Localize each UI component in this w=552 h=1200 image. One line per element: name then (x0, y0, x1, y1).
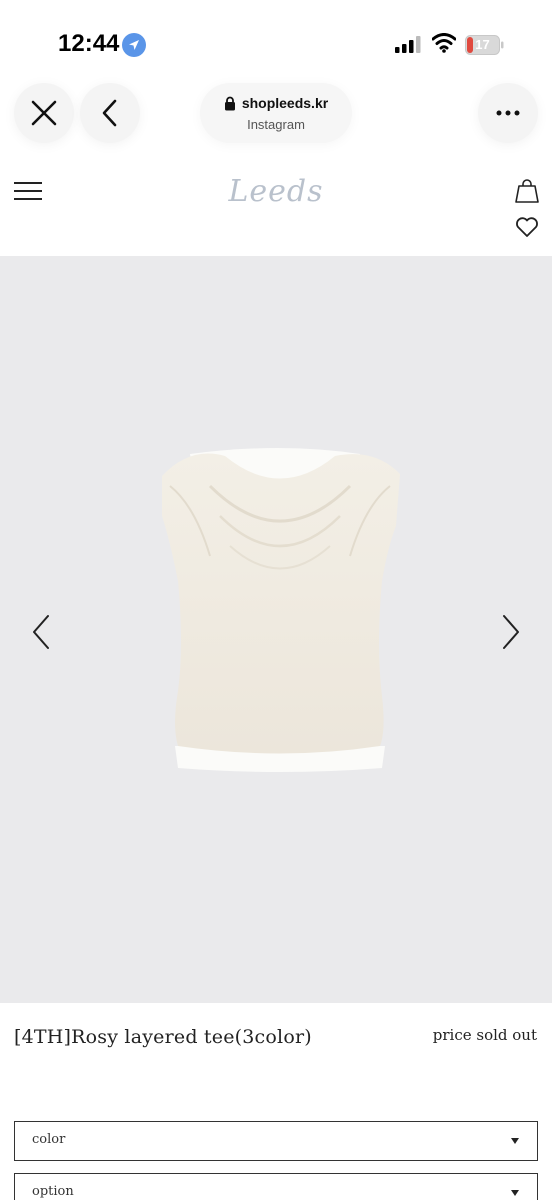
cellular-signal-icon (395, 36, 421, 53)
chevron-left-icon (102, 99, 117, 127)
caret-down-icon (511, 1190, 519, 1196)
hamburger-icon[interactable] (14, 182, 42, 202)
back-button[interactable] (80, 83, 140, 143)
product-photo (162, 448, 400, 772)
product-image-carousel[interactable] (0, 256, 552, 1003)
status-time: 12:44 (58, 30, 120, 57)
in-app-browser-bar: shopleeds.kr Instagram (0, 80, 552, 160)
option-select[interactable]: option (14, 1173, 538, 1200)
status-bar: 12:44 17 (0, 0, 552, 80)
url-domain: shopleeds.kr (241, 95, 329, 111)
more-icon (496, 110, 520, 116)
battery-icon: 17 (465, 35, 505, 55)
chevron-right-icon[interactable] (496, 612, 524, 652)
caret-down-icon (511, 1138, 519, 1144)
wifi-icon (432, 33, 456, 53)
close-button[interactable] (14, 83, 74, 143)
select-label: option (32, 1184, 74, 1199)
color-select[interactable]: color (14, 1121, 538, 1161)
heart-icon[interactable] (515, 216, 539, 238)
location-arrow-icon (122, 33, 146, 57)
price-status: price sold out (432, 1026, 537, 1044)
close-icon (31, 100, 57, 126)
url-bar[interactable]: shopleeds.kr Instagram (200, 83, 352, 143)
product-name: [4TH]Rosy layered tee(3color) (14, 1026, 312, 1048)
url-source: Instagram (247, 117, 305, 132)
lock-icon (224, 96, 235, 110)
site-logo[interactable]: Leeds (200, 174, 352, 209)
battery-level: 17 (475, 37, 490, 52)
chevron-left-icon[interactable] (28, 612, 56, 652)
more-button[interactable] (478, 83, 538, 143)
shopping-bag-icon[interactable] (514, 178, 540, 204)
select-label: color (32, 1132, 66, 1147)
product-info: [4TH]Rosy layered tee(3color) price sold… (0, 1003, 552, 1200)
site-header: Leeds (0, 160, 552, 256)
